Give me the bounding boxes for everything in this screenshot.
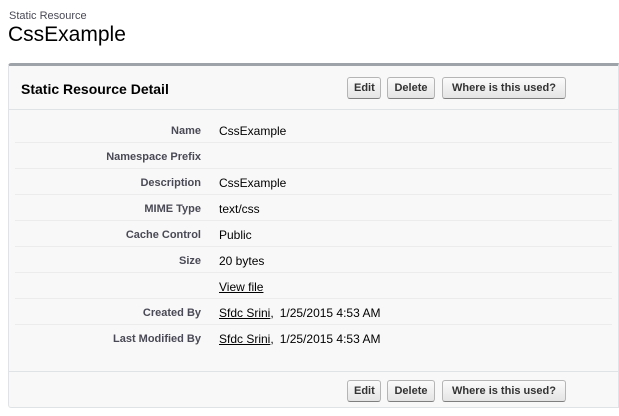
last-modified-date: 1/25/2015 4:53 AM [279, 332, 381, 346]
field-row-name: Name CssExample [9, 117, 612, 143]
field-row-last-modified-by: Last Modified By Sfdc Srini, 1/25/2015 4:… [9, 325, 612, 351]
field-label: Size [178, 255, 201, 267]
field-value: Public [219, 228, 252, 242]
field-label: Last Modified By [112, 333, 201, 345]
delete-button[interactable]: Delete [387, 77, 435, 99]
detail-panel: Static Resource Detail Edit Delete Where… [8, 63, 619, 408]
field-value: Sfdc Srini, 1/25/2015 4:53 AM [219, 306, 381, 320]
view-file-link[interactable]: View file [219, 280, 263, 294]
field-label: MIME Type [144, 203, 201, 215]
panel-header: Static Resource Detail Edit Delete Where… [9, 66, 618, 110]
field-label: Namespace Prefix [106, 151, 201, 163]
created-date: 1/25/2015 4:53 AM [279, 306, 381, 320]
where-used-button[interactable]: Where is this used? [442, 380, 566, 402]
breadcrumb: Static Resource [9, 10, 87, 22]
field-label: Created By [142, 307, 201, 319]
field-value: text/css [219, 202, 260, 216]
field-label: Cache Control [125, 229, 201, 241]
field-label: Name [171, 125, 201, 137]
delete-button[interactable]: Delete [387, 380, 435, 402]
edit-button[interactable]: Edit [347, 380, 381, 402]
panel-footer: Edit Delete Where is this used? [9, 371, 618, 408]
where-used-button[interactable]: Where is this used? [442, 77, 566, 99]
last-modified-by-user-link[interactable]: Sfdc Srini [219, 332, 270, 346]
field-row-created-by: Created By Sfdc Srini, 1/25/2015 4:53 AM [9, 299, 612, 325]
field-value: Sfdc Srini, 1/25/2015 4:53 AM [219, 332, 381, 346]
page-title: CssExample [8, 23, 126, 46]
page-header: Static Resource CssExample [0, 0, 619, 58]
field-value: View file [219, 280, 263, 294]
field-value: CssExample [219, 124, 287, 138]
field-row-description: Description CssExample [9, 169, 612, 195]
field-value: 20 bytes [219, 254, 265, 268]
edit-button[interactable]: Edit [347, 77, 381, 99]
field-label: Description [140, 177, 201, 189]
field-value: CssExample [219, 176, 287, 190]
panel-title: Static Resource Detail [21, 81, 169, 97]
created-by-user-link[interactable]: Sfdc Srini [219, 306, 270, 320]
field-row-cache-control: Cache Control Public [9, 221, 612, 247]
field-row-view-file: View file [9, 273, 612, 299]
field-row-mime-type: MIME Type text/css [9, 195, 612, 221]
field-row-size: Size 20 bytes [9, 247, 612, 273]
field-row-namespace-prefix: Namespace Prefix [9, 143, 612, 169]
